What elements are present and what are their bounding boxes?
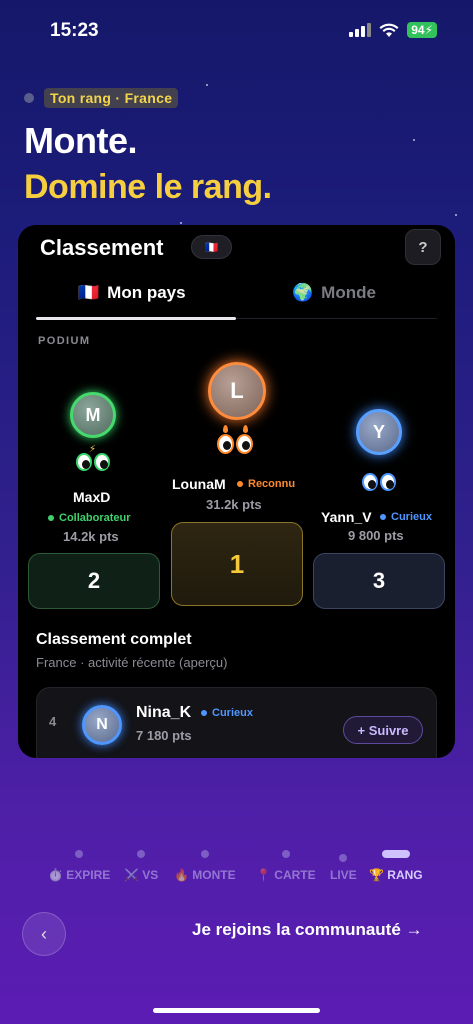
country-flag-chip[interactable]: 🇫🇷 — [191, 235, 232, 259]
back-button[interactable]: ‹ — [22, 912, 66, 956]
help-button[interactable]: ? — [405, 229, 441, 265]
nav-item-vs[interactable]: ⚔️ VS — [124, 850, 158, 882]
nav-dot-active — [381, 850, 410, 858]
podium-step-second: 2 — [28, 553, 160, 609]
timer-icon: ⏱️ — [48, 868, 63, 882]
swords-icon: ⚔️ — [124, 868, 139, 882]
full-ranking-title: Classement complet — [36, 631, 192, 648]
badge-first: Reconnu — [237, 478, 295, 490]
trophy-icon: 🏆 — [369, 868, 384, 882]
hero-subtitle: Domine le rang. — [24, 168, 272, 206]
badge-second: Collaborateur — [48, 512, 131, 524]
mascot-eyes-icon: ⚡ — [75, 444, 111, 477]
card-title: Classement — [40, 235, 164, 260]
tab-mon-pays[interactable]: 🇫🇷 Mon pays — [78, 283, 186, 303]
tab-label: Mon pays — [107, 283, 186, 302]
podium-step-first: 1 — [171, 522, 303, 606]
join-community-link[interactable]: Je rejoins la communauté → — [192, 920, 423, 940]
row-rank: 4 — [49, 714, 57, 729]
avatar-second[interactable]: M — [70, 392, 116, 438]
nav-dot — [137, 850, 146, 858]
points-second: 14.2k pts — [63, 529, 119, 544]
points-third: 9 800 pts — [348, 528, 404, 543]
podium-name-first: LounaM — [172, 476, 226, 492]
row-badge: Curieux — [201, 707, 253, 719]
france-flag-icon: 🇫🇷 — [78, 283, 100, 302]
leaderboard-card: Classement 🇫🇷 ? 🇫🇷 Mon pays 🌍 Monde PODI… — [18, 225, 455, 758]
battery-icon: 94⚡ — [407, 22, 437, 38]
nav-item-rang[interactable]: 🏆 RANG — [369, 850, 423, 882]
podium-name-third: Yann_V — [321, 509, 372, 525]
pin-icon: 📍 — [256, 868, 271, 882]
tab-active-indicator — [36, 317, 236, 320]
list-item[interactable]: 4 N Nina_K Curieux 7 180 pts + Suivre — [36, 687, 437, 758]
status-icons: 94⚡ — [349, 22, 437, 38]
mascot-eyes-icon — [216, 425, 254, 461]
row-name: Nina_K — [136, 704, 192, 721]
fire-icon: 🔥 — [174, 868, 189, 882]
status-time: 15:23 — [50, 20, 99, 41]
rank-dot — [24, 93, 34, 103]
wifi-icon — [379, 23, 399, 37]
mascot-eyes-icon — [361, 473, 397, 497]
nav-item-carte[interactable]: 📍 CARTE — [256, 850, 316, 882]
podium-name-second: MaxD — [73, 489, 111, 505]
nav-dot — [339, 854, 348, 862]
avatar-first[interactable]: L — [208, 362, 266, 420]
avatar-third[interactable]: Y — [356, 409, 402, 455]
points-first: 31.2k pts — [206, 497, 262, 512]
bottom-nav: ⏱️ EXPIRE ⚔️ VS 🔥 MONTE 📍 CARTE LIVE 🏆 R… — [0, 850, 473, 895]
rank-pill: Ton rang · France — [24, 88, 179, 108]
nav-dot — [75, 850, 84, 858]
podium-label: PODIUM — [38, 335, 91, 347]
podium-step-third: 3 — [313, 553, 445, 609]
follow-button[interactable]: + Suivre — [343, 716, 423, 744]
hero-title: Monte. — [24, 120, 137, 161]
home-indicator[interactable] — [153, 1008, 320, 1013]
nav-item-monte[interactable]: 🔥 MONTE — [174, 850, 236, 882]
spark-icon: ⚡ — [89, 444, 96, 455]
full-ranking-subtitle: France · activité récente (aperçu) — [36, 655, 228, 670]
globe-icon: 🌍 — [292, 283, 314, 302]
nav-item-expire[interactable]: ⏱️ EXPIRE — [48, 850, 110, 882]
tab-label: Monde — [321, 283, 376, 302]
avatar: N — [82, 705, 122, 745]
badge-third: Curieux — [380, 511, 432, 523]
tab-monde[interactable]: 🌍 Monde — [292, 283, 376, 303]
nav-item-live[interactable]: LIVE — [330, 850, 357, 882]
rank-label: Ton rang · France — [44, 88, 179, 108]
nav-dot — [281, 850, 290, 858]
row-points: 7 180 pts — [136, 728, 192, 743]
nav-dot — [200, 850, 209, 858]
signal-icon — [349, 23, 372, 37]
